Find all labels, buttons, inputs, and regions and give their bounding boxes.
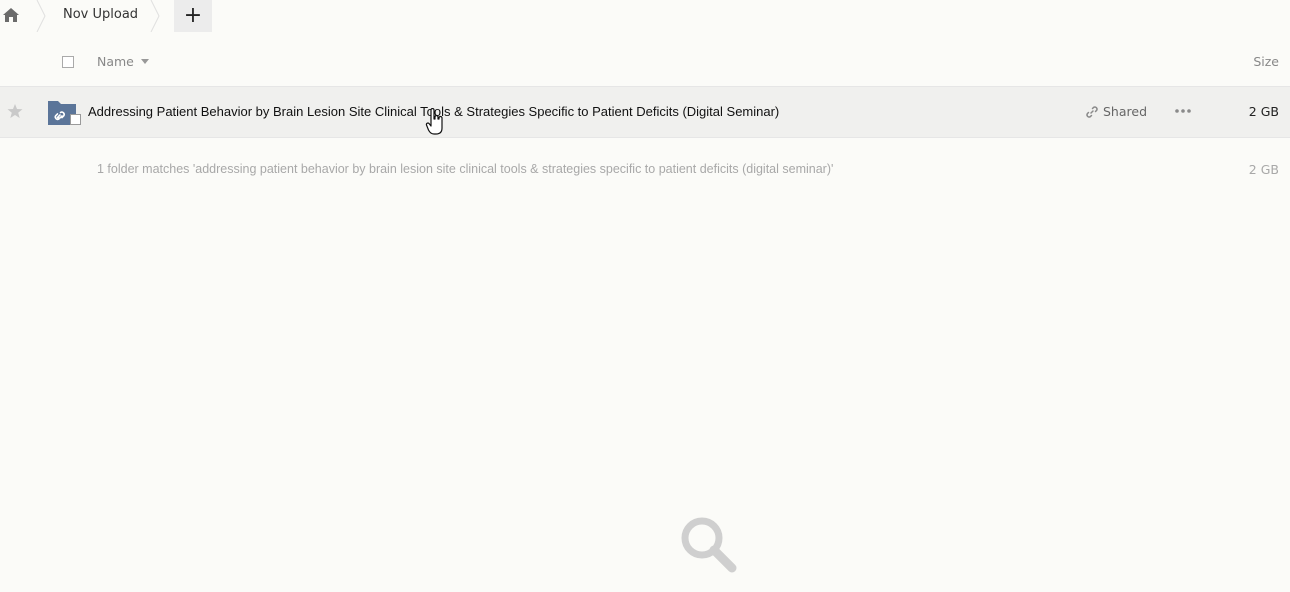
file-list-header: Name Size bbox=[0, 44, 1290, 87]
more-options-icon[interactable] bbox=[1174, 105, 1192, 117]
column-name-header[interactable]: Name bbox=[97, 54, 134, 69]
breadcrumb: Nov Upload + bbox=[0, 0, 1290, 32]
star-icon[interactable] bbox=[7, 103, 23, 119]
files-app: Nov Upload + Name Size Addressing Patien… bbox=[0, 0, 1290, 592]
share-label: Shared bbox=[1103, 104, 1148, 119]
search-summary: 1 folder matches 'addressing patient beh… bbox=[97, 162, 834, 176]
breadcrumb-separator-icon bbox=[150, 0, 160, 32]
hand-cursor-icon bbox=[425, 108, 443, 135]
summary-size: 2 GB bbox=[1248, 162, 1279, 177]
search-icon bbox=[681, 517, 737, 573]
file-row[interactable]: Addressing Patient Behavior by Brain Les… bbox=[0, 87, 1290, 138]
select-all-checkbox[interactable] bbox=[62, 56, 74, 68]
breadcrumb-separator-icon bbox=[36, 0, 46, 32]
share-button[interactable]: Shared bbox=[1085, 104, 1147, 119]
home-icon[interactable] bbox=[2, 6, 20, 24]
shared-folder-icon bbox=[48, 101, 81, 125]
file-size: 2 GB bbox=[1248, 104, 1279, 119]
link-icon bbox=[1086, 105, 1098, 118]
plus-icon: + bbox=[183, 3, 203, 28]
caret-down-icon[interactable] bbox=[141, 59, 149, 64]
breadcrumb-current-folder[interactable]: Nov Upload bbox=[63, 7, 138, 22]
column-size-header[interactable]: Size bbox=[1253, 54, 1279, 69]
new-button[interactable]: + bbox=[174, 0, 212, 32]
